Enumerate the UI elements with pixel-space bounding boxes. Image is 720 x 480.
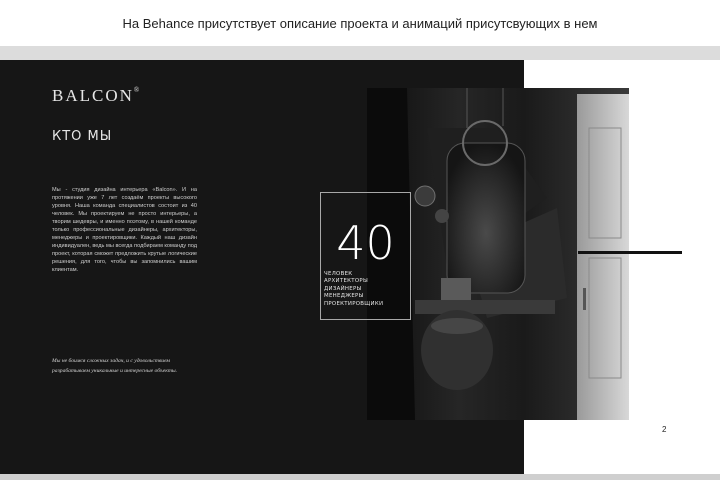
quote-text: Мы не боимся сложных задач, и с удовольс… (52, 358, 178, 374)
stat-number: 40 (336, 216, 395, 270)
accent-line (578, 251, 682, 254)
logo-mark: ® (133, 86, 140, 94)
stat-item: ДИЗАЙНЕРЫ (324, 285, 362, 292)
about-paragraph: Мы - студия дизайна интерьера «Balcon». … (52, 187, 197, 273)
section-title: КТО МЫ (52, 129, 113, 144)
slide-bottom-shadow (0, 474, 720, 480)
page-number: 2 (662, 425, 667, 434)
caption-divider (0, 46, 720, 60)
logo-text: BALCON (52, 86, 134, 105)
stat-item: ЧЕЛОВЕК (324, 271, 353, 277)
stat-item: ПРОЕКТИРОВЩИКИ (324, 300, 384, 307)
stat-item: МЕНЕДЖЕРЫ (324, 293, 364, 300)
stat-item: АРХИТЕКТОРЫ (324, 278, 369, 285)
brand-logo: BALCON® (52, 86, 139, 106)
stat-list: ЧЕЛОВЕК АРХИТЕКТОРЫ ДИЗАЙНЕРЫ МЕНЕДЖЕРЫ … (324, 271, 383, 308)
slide-caption: На Behance присутствует описание проекта… (122, 15, 598, 31)
